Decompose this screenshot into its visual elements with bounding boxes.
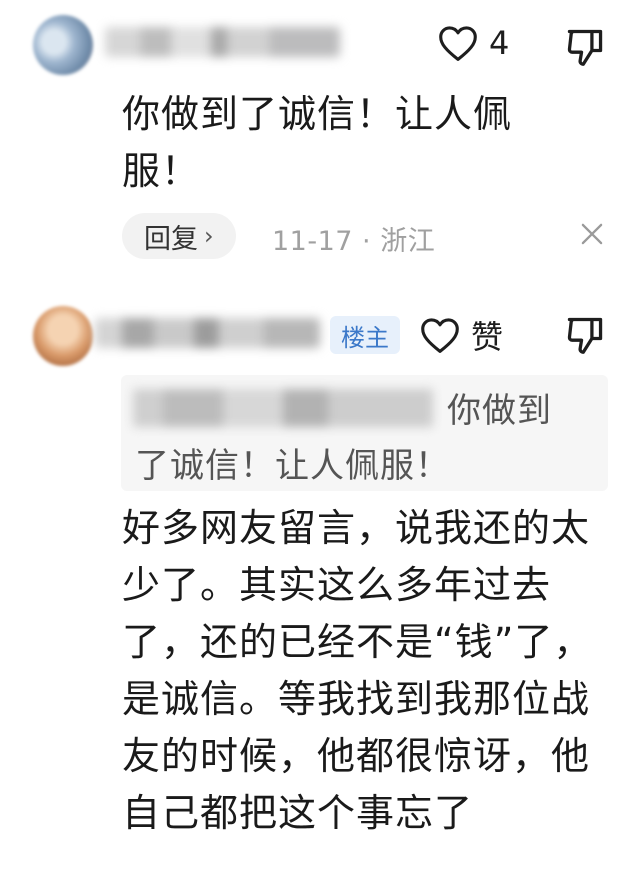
avatar[interactable] — [33, 15, 93, 75]
username-blurred[interactable] — [95, 318, 320, 348]
like-button[interactable]: 赞 — [419, 312, 503, 358]
heart-outline-icon — [439, 26, 477, 61]
heart-outline-icon — [421, 318, 459, 353]
reply-label: 回复 — [144, 223, 198, 255]
comment-meta: 11-17 · 浙江 — [272, 226, 436, 257]
reply-button[interactable]: 回复 › — [122, 213, 236, 259]
like-count: 4 — [489, 24, 510, 62]
comment-item: 4 你做到了诚信！让人佩服！ 回复 › 11-17 · 浙江 — [0, 0, 640, 285]
quoted-comment[interactable]: 你做到 了诚信！让人佩服！ — [121, 375, 608, 491]
quoted-text: 了诚信！让人佩服！ — [135, 446, 450, 486]
comment-text: 你做到了诚信！让人佩服！ — [122, 92, 513, 193]
quoted-text: 你做到 — [447, 391, 552, 431]
comment-text: 好多网友留言，说我还的太少了。其实这么多年过去了，还的已经不是“钱”了，是诚信。… — [122, 506, 593, 835]
owner-badge: 楼主 — [330, 316, 400, 354]
quoted-username-blurred — [133, 389, 433, 427]
chevron-right-icon: › — [204, 222, 214, 250]
like-button[interactable]: 4 — [437, 24, 509, 62]
thumbs-down-outline-icon[interactable] — [566, 26, 604, 68]
like-label: 赞 — [471, 318, 504, 356]
close-icon[interactable] — [579, 221, 605, 247]
thumbs-down-outline-icon[interactable] — [566, 314, 604, 356]
avatar[interactable] — [33, 306, 93, 366]
username-blurred[interactable] — [105, 27, 340, 57]
